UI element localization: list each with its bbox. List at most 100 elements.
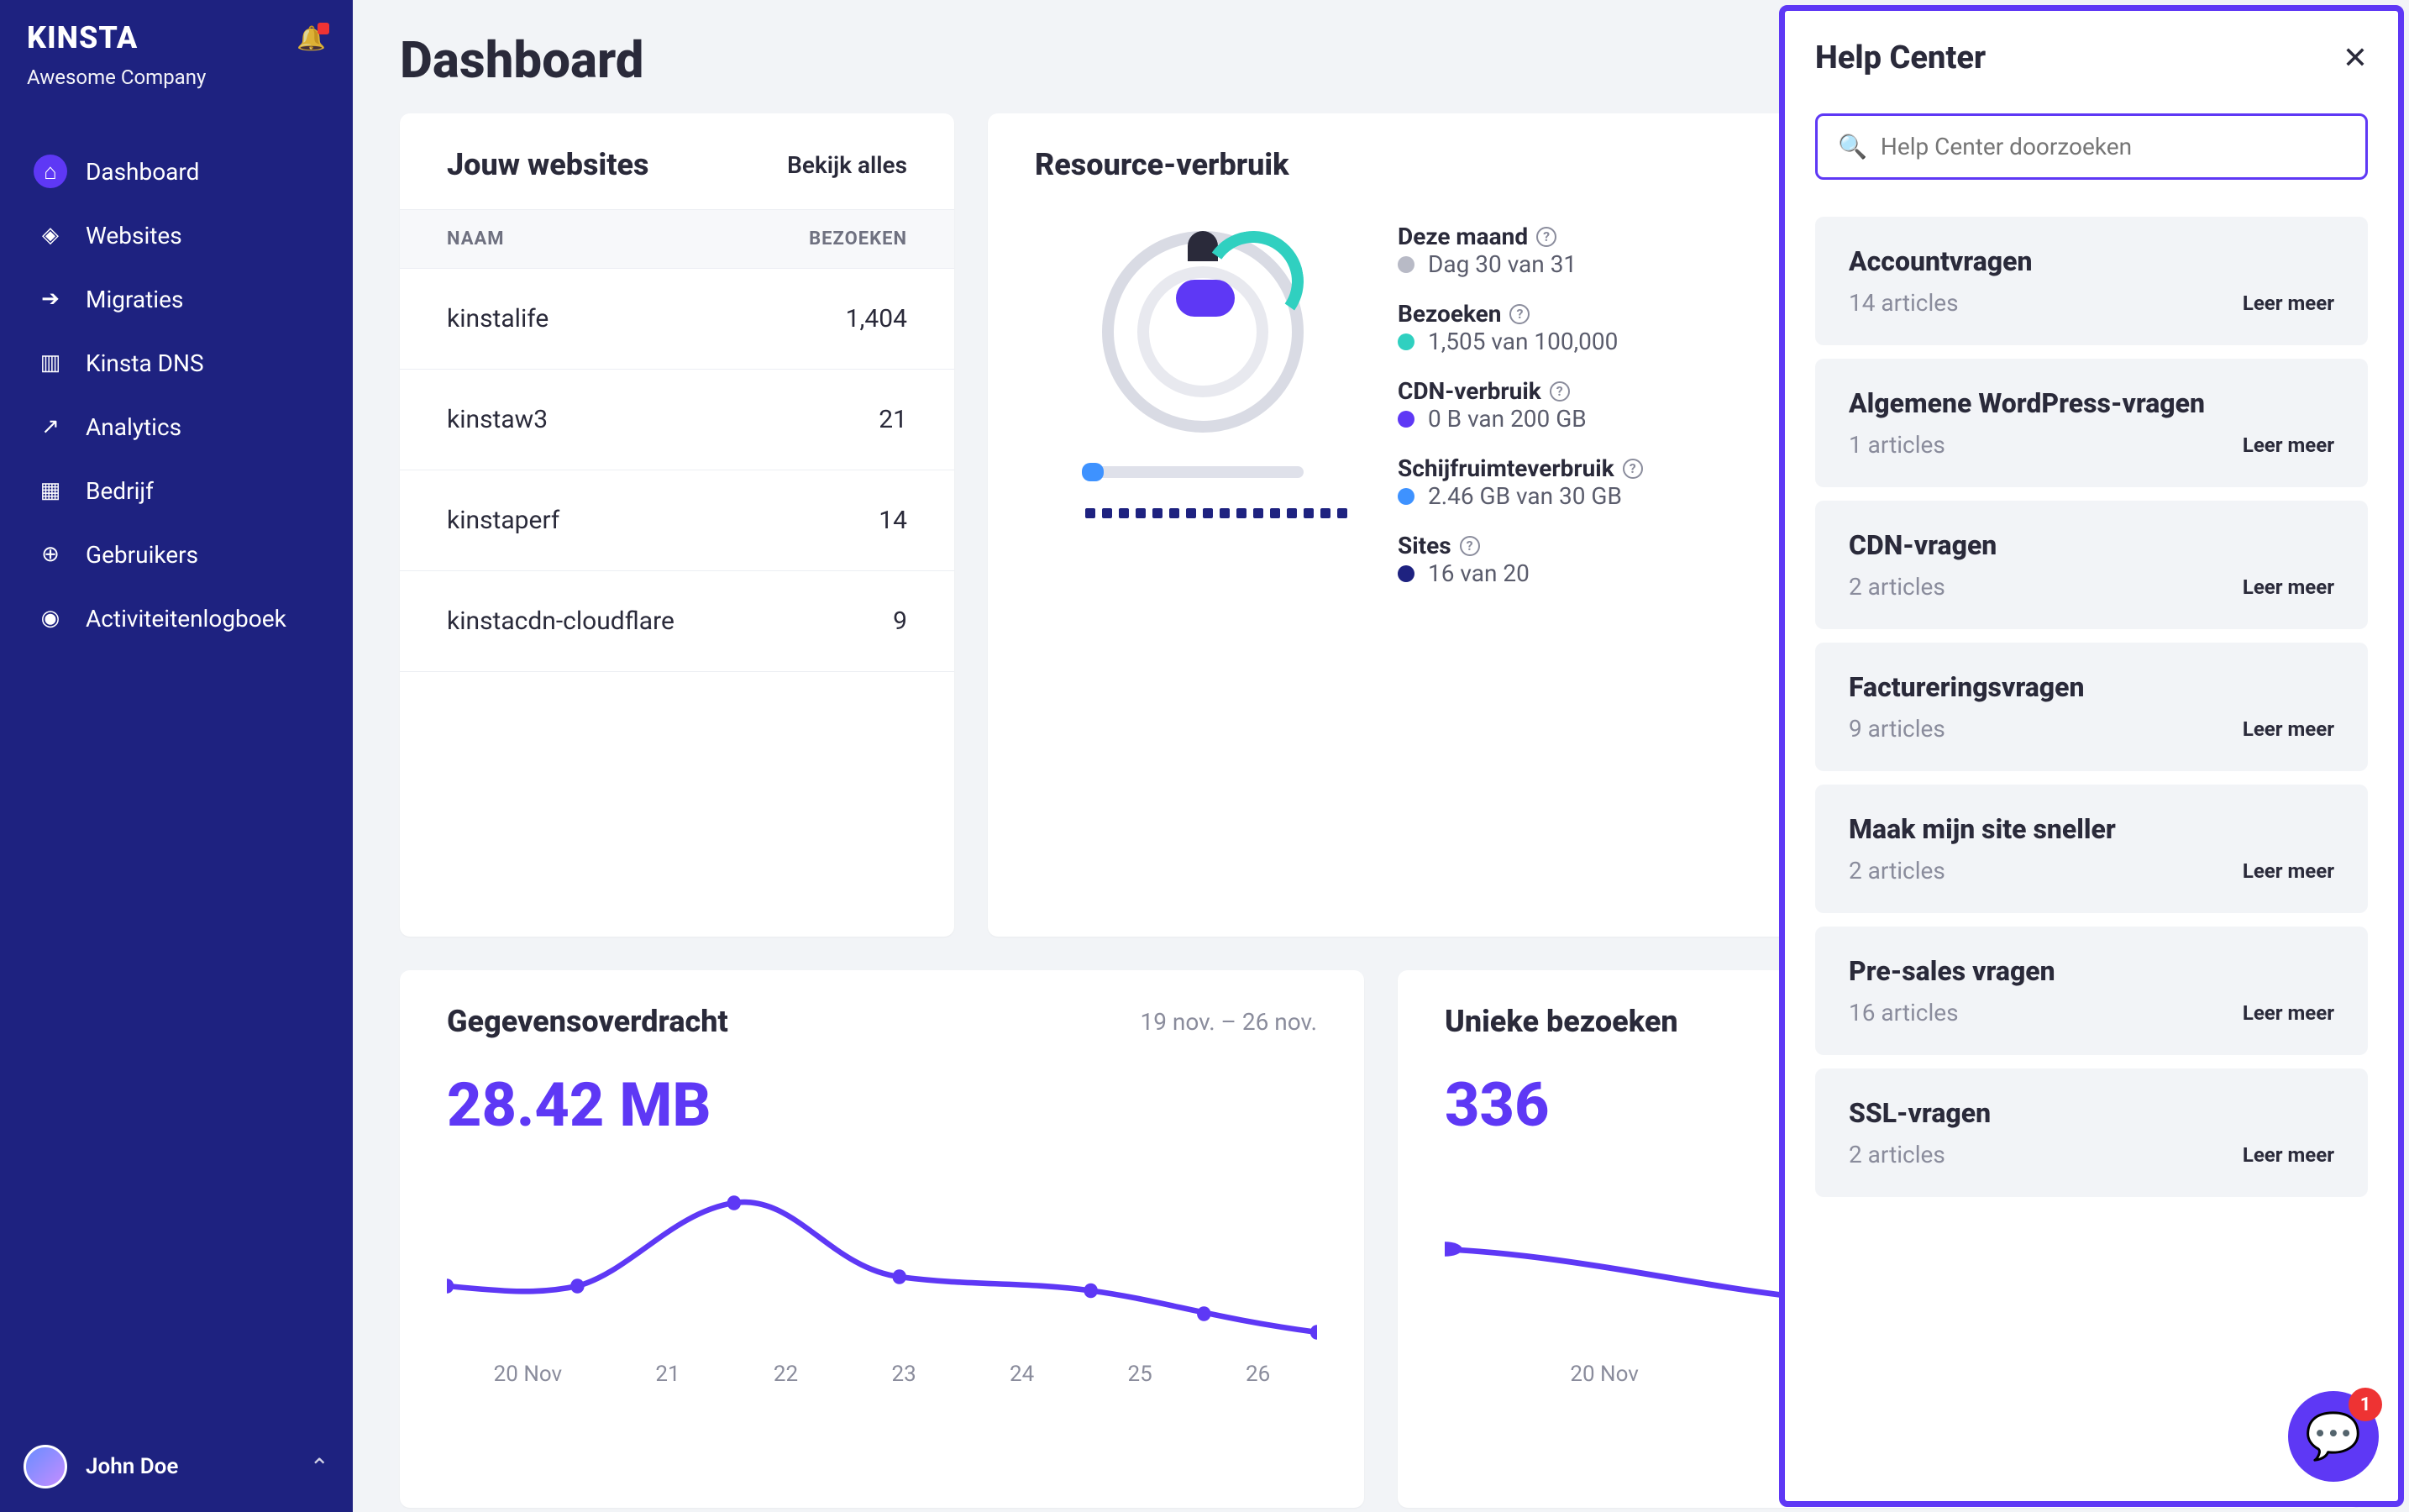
notification-dot xyxy=(318,23,329,34)
metric-disk-label: Schijfruimteverbruik xyxy=(1398,454,1614,482)
dot-icon xyxy=(1398,565,1414,582)
sites-dots xyxy=(1085,508,1347,518)
help-center-panel: Help Center ✕ 🔍 Accountvragen 14 article… xyxy=(1779,5,2404,1507)
help-category[interactable]: Accountvragen 14 articles Leer meer xyxy=(1815,217,2368,345)
help-category-title: Factureringsvragen xyxy=(1849,671,2334,703)
metric-sites-label: Sites xyxy=(1398,532,1451,559)
help-article-count: 9 articles xyxy=(1849,715,1945,743)
help-icon[interactable]: ? xyxy=(1623,459,1643,479)
resource-charts xyxy=(1035,223,1347,518)
sidebar-nav: ⌂ Dashboard ◈ Websites ➔ Migraties ▥ Kin… xyxy=(0,139,353,650)
help-search-input[interactable] xyxy=(1881,133,2345,160)
col-name: NAAM xyxy=(447,228,505,249)
learn-more-link[interactable]: Leer meer xyxy=(2243,717,2334,741)
learn-more-link[interactable]: Leer meer xyxy=(2243,1001,2334,1025)
learn-more-link[interactable]: Leer meer xyxy=(2243,1143,2334,1167)
site-name: kinstaw3 xyxy=(447,405,548,434)
chat-icon: 💬 xyxy=(2305,1410,2361,1463)
usage-donut xyxy=(1102,231,1304,433)
transfer-card: Gegevensoverdracht 19 nov. – 26 nov. 28.… xyxy=(400,970,1364,1508)
help-icon[interactable]: ? xyxy=(1550,381,1570,402)
chevron-up-icon: ⌃ xyxy=(310,1453,329,1481)
metric-visits-val: 1,505 van 100,000 xyxy=(1428,328,1618,355)
notifications-button[interactable]: 🔔 xyxy=(297,24,326,52)
home-icon: ⌂ xyxy=(34,155,67,188)
site-visits: 21 xyxy=(879,405,907,434)
site-visits: 14 xyxy=(879,506,907,535)
help-search[interactable]: 🔍 xyxy=(1815,113,2368,180)
table-header: NAAM BEZOEKEN xyxy=(400,209,954,269)
transfer-value: 28.42 MB xyxy=(447,1069,1317,1141)
help-category-title: Maak mijn site sneller xyxy=(1849,813,2334,845)
sidebar-item-dns[interactable]: ▥ Kinsta DNS xyxy=(17,331,336,395)
metric-cdn-val: 0 B van 200 GB xyxy=(1428,405,1587,433)
view-all-link[interactable]: Bekijk alles xyxy=(787,151,907,179)
help-category-title: Algemene WordPress-vragen xyxy=(1849,387,2334,419)
sidebar-item-label: Analytics xyxy=(86,413,181,441)
sidebar-item-activity[interactable]: ◉ Activiteitenlogboek xyxy=(17,586,336,650)
migrate-icon: ➔ xyxy=(34,282,67,316)
help-article-count: 14 articles xyxy=(1849,289,1959,317)
help-article-count: 2 articles xyxy=(1849,857,1945,885)
help-category[interactable]: Algemene WordPress-vragen 1 articles Lee… xyxy=(1815,359,2368,487)
websites-card-title: Jouw websites xyxy=(447,147,649,182)
help-article-count: 2 articles xyxy=(1849,573,1945,601)
sidebar-item-label: Migraties xyxy=(86,286,183,313)
help-category[interactable]: Maak mijn site sneller 2 articles Leer m… xyxy=(1815,785,2368,913)
help-category[interactable]: Pre-sales vragen 16 articles Leer meer xyxy=(1815,927,2368,1055)
help-icon[interactable]: ? xyxy=(1460,536,1480,556)
dot-icon xyxy=(1398,256,1414,273)
help-title: Help Center xyxy=(1815,39,1986,76)
dot-icon xyxy=(1398,411,1414,428)
close-button[interactable]: ✕ xyxy=(2343,40,2368,76)
site-name: kinstaperf xyxy=(447,506,559,535)
help-category[interactable]: SSL-vragen 2 articles Leer meer xyxy=(1815,1068,2368,1197)
learn-more-link[interactable]: Leer meer xyxy=(2243,859,2334,883)
learn-more-link[interactable]: Leer meer xyxy=(2243,433,2334,457)
site-visits: 9 xyxy=(893,606,907,636)
help-article-count: 16 articles xyxy=(1849,999,1959,1026)
table-row[interactable]: kinstaperf 14 xyxy=(400,470,954,571)
sidebar-item-dashboard[interactable]: ⌂ Dashboard xyxy=(17,139,336,203)
company-icon: ▦ xyxy=(34,474,67,507)
chat-badge: 1 xyxy=(2349,1388,2382,1421)
metric-sites-val: 16 van 20 xyxy=(1428,559,1530,587)
help-category[interactable]: CDN-vragen 2 articles Leer meer xyxy=(1815,501,2368,629)
dot-icon xyxy=(1398,488,1414,505)
metric-disk-val: 2.46 GB van 30 GB xyxy=(1428,482,1622,510)
metric-visits-label: Bezoeken xyxy=(1398,300,1501,328)
brand-logo: KINSTA xyxy=(27,20,138,55)
user-menu[interactable]: John Doe ⌃ xyxy=(0,1445,353,1488)
sidebar-item-company[interactable]: ▦ Bedrijf xyxy=(17,459,336,522)
metric-month-val: Dag 30 van 31 xyxy=(1428,250,1577,278)
col-visits: BEZOEKEN xyxy=(809,228,907,249)
sidebar-item-websites[interactable]: ◈ Websites xyxy=(17,203,336,267)
learn-more-link[interactable]: Leer meer xyxy=(2243,575,2334,599)
disk-slider xyxy=(1085,466,1304,478)
analytics-icon: ↗ xyxy=(34,410,67,444)
site-name: kinstalife xyxy=(447,304,548,333)
table-row[interactable]: kinstaw3 21 xyxy=(400,370,954,470)
company-name[interactable]: Awesome Company xyxy=(27,66,326,89)
help-icon[interactable]: ? xyxy=(1536,227,1556,247)
help-icon[interactable]: ? xyxy=(1509,304,1530,324)
learn-more-link[interactable]: Leer meer xyxy=(2243,291,2334,315)
metric-cdn-label: CDN-verbruik xyxy=(1398,377,1541,405)
sidebar: KINSTA 🔔 Awesome Company ⌂ Dashboard ◈ W… xyxy=(0,0,353,1512)
chat-button[interactable]: 💬 1 xyxy=(2288,1391,2379,1482)
dot-icon xyxy=(1398,333,1414,350)
sidebar-item-analytics[interactable]: ↗ Analytics xyxy=(17,395,336,459)
help-article-count: 2 articles xyxy=(1849,1141,1945,1168)
site-name: kinstacdn-cloudflare xyxy=(447,606,674,636)
table-row[interactable]: kinstalife 1,404 xyxy=(400,269,954,370)
sidebar-item-label: Bedrijf xyxy=(86,477,154,505)
sidebar-item-users[interactable]: ⊕ Gebruikers xyxy=(17,522,336,586)
sidebar-item-migrations[interactable]: ➔ Migraties xyxy=(17,267,336,331)
sidebar-item-label: Gebruikers xyxy=(86,541,198,569)
eye-icon: ◉ xyxy=(34,601,67,635)
websites-card: Jouw websites Bekijk alles NAAM BEZOEKEN… xyxy=(400,113,954,937)
resource-title: Resource-verbruik xyxy=(1035,147,1289,182)
table-row[interactable]: kinstacdn-cloudflare 9 xyxy=(400,571,954,672)
help-category[interactable]: Factureringsvragen 9 articles Leer meer xyxy=(1815,643,2368,771)
help-category-title: CDN-vragen xyxy=(1849,529,2334,561)
